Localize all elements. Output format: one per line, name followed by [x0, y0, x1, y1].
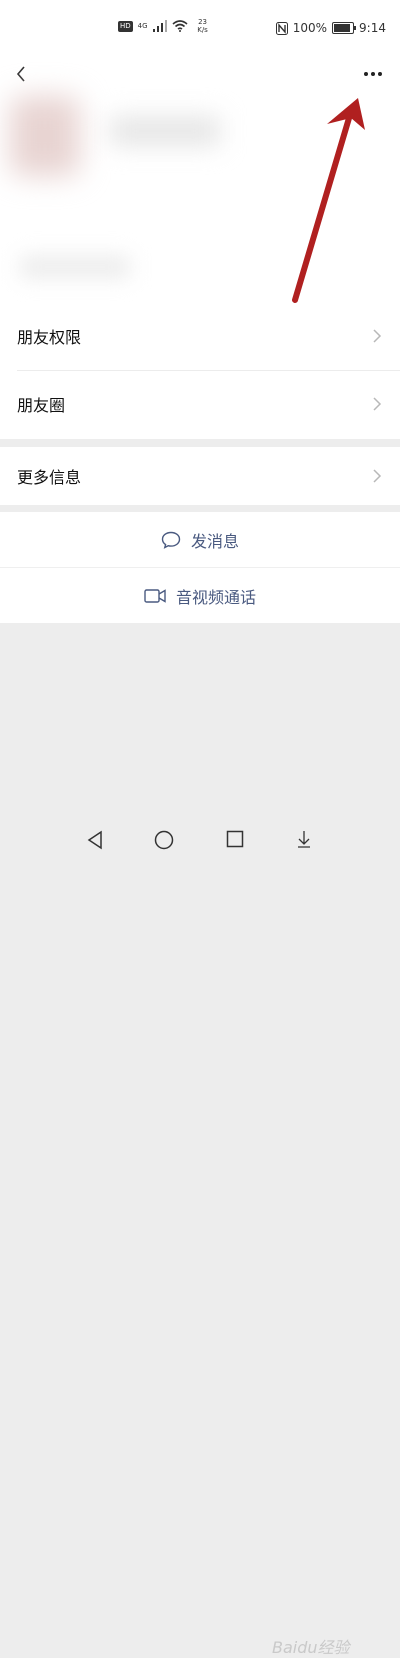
- signal-icon: [152, 20, 167, 32]
- menu-item-more-info[interactable]: 更多信息: [0, 447, 400, 505]
- send-message-button[interactable]: 发消息: [0, 512, 400, 567]
- chat-bubble-icon: [161, 531, 181, 549]
- send-message-label: 发消息: [190, 531, 239, 551]
- back-button[interactable]: [10, 62, 34, 86]
- more-dot: [364, 72, 368, 76]
- battery-percent: 100%: [292, 21, 328, 35]
- video-camera-icon: [144, 588, 166, 603]
- settings-group: 朋友权限 朋友圈: [0, 302, 400, 439]
- video-call-button[interactable]: 音视频通话: [0, 568, 400, 623]
- profile-detail-blurred: [20, 256, 130, 278]
- wifi-icon: [172, 20, 188, 32]
- hd-badge: HD: [118, 20, 133, 32]
- status-right: 100% 9:14: [275, 21, 386, 35]
- menu-item-label: 朋友权限: [17, 328, 82, 347]
- status-left: HD 4G 23 K/s: [118, 18, 213, 34]
- menu-item-friend-permissions[interactable]: 朋友权限: [0, 302, 400, 370]
- more-dot: [371, 72, 375, 76]
- network-speed: 23 K/s: [193, 18, 213, 34]
- speed-unit: K/s: [197, 26, 208, 34]
- menu-item-label: 朋友圈: [17, 396, 66, 415]
- profile-header: [0, 56, 400, 302]
- menu-item-label: 更多信息: [17, 468, 82, 487]
- down-arrow-icon[interactable]: [296, 830, 312, 848]
- network-type: 4G: [137, 22, 148, 30]
- square-recents-icon[interactable]: [226, 830, 244, 848]
- status-bar: HD 4G 23 K/s 100% 9:14: [0, 0, 400, 56]
- more-button[interactable]: [360, 62, 386, 86]
- navigation-bar: Baidu经验: [0, 816, 400, 1657]
- more-dot: [378, 72, 382, 76]
- menu-item-moments[interactable]: 朋友圈: [0, 370, 400, 438]
- video-call-label: 音视频通话: [175, 587, 256, 607]
- speed-value: 23: [198, 18, 207, 26]
- chevron-right-icon: [373, 397, 382, 411]
- chevron-right-icon: [373, 469, 382, 483]
- actions-panel: 发消息 音视频通话: [0, 512, 400, 623]
- chevron-right-icon: [373, 329, 382, 343]
- battery-icon: [332, 22, 357, 34]
- clock-time: 9:14: [359, 21, 386, 35]
- chevron-left-icon: [16, 66, 25, 82]
- circle-home-icon[interactable]: [154, 830, 174, 850]
- nfc-icon: [275, 21, 288, 35]
- watermark: Baidu经验: [272, 1638, 350, 1657]
- profile-name-blurred: [110, 116, 220, 146]
- triangle-back-icon[interactable]: [86, 830, 104, 850]
- more-info-group: 更多信息: [0, 447, 400, 505]
- avatar[interactable]: [10, 96, 80, 176]
